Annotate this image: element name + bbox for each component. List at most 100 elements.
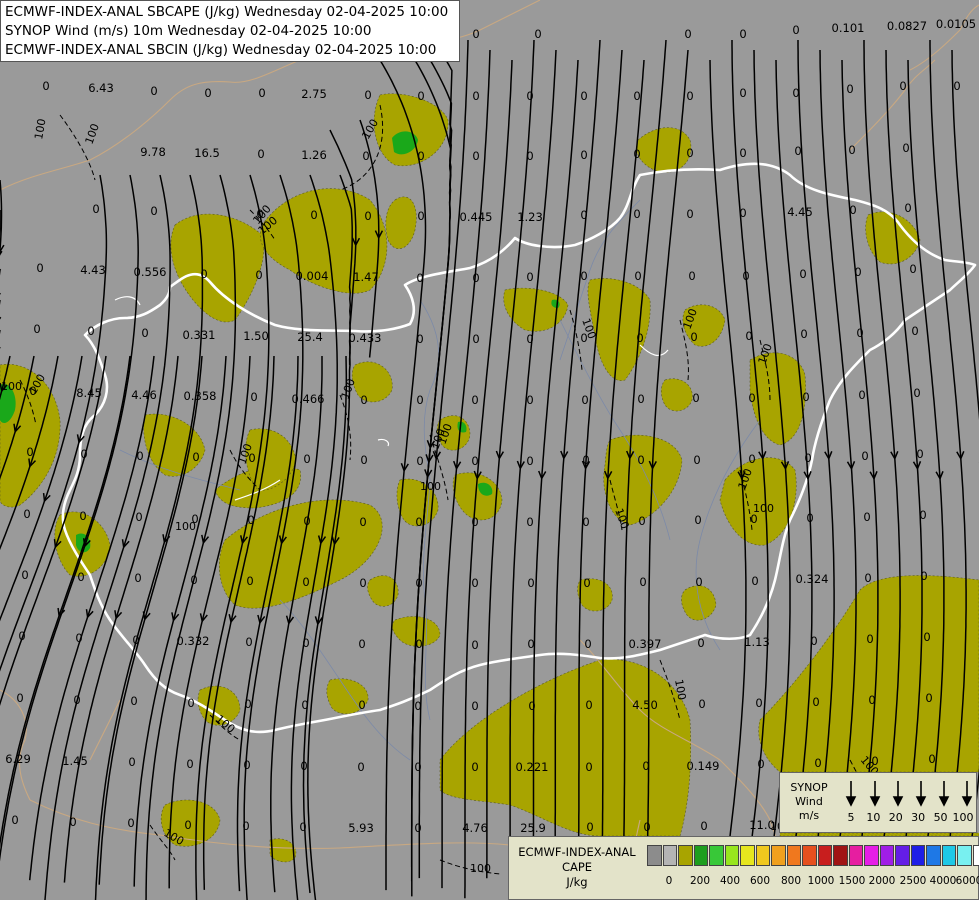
point-value: 0 <box>911 324 918 338</box>
point-value: 0 <box>919 508 926 522</box>
point-value: 0 <box>135 510 142 524</box>
contour-label: 100 <box>420 480 441 493</box>
cape-swatch <box>662 845 677 866</box>
point-value: 0 <box>584 637 591 651</box>
point-value: 0 <box>580 269 587 283</box>
synop-speed-4: 30 <box>911 811 926 824</box>
point-value: 0 <box>310 208 317 222</box>
point-value: 0 <box>692 391 699 405</box>
synop-speed-5: 50 <box>933 811 948 824</box>
point-value: 0 <box>527 637 534 651</box>
contour-label: 100 <box>175 520 196 533</box>
point-value: 1.47 <box>353 270 379 284</box>
point-value: 5.93 <box>348 821 374 835</box>
point-value: 0 <box>204 86 211 100</box>
point-value: 0 <box>246 574 253 588</box>
point-value: 0 <box>526 270 533 284</box>
synop-speed-2: 10 <box>866 811 881 824</box>
point-value: 0 <box>686 207 693 221</box>
point-value: 0 <box>414 699 421 713</box>
point-value: 0 <box>18 629 25 643</box>
point-value: 0 <box>899 79 906 93</box>
point-value: 0 <box>739 27 746 41</box>
point-value: 0 <box>846 82 853 96</box>
point-value: 0 <box>580 208 587 222</box>
point-value: 4.43 <box>80 263 106 277</box>
point-value: 0 <box>643 820 650 834</box>
cape-tick-labels: 0 200 400 600 800 100015002000250040006000 <box>647 875 979 889</box>
point-value: 0 <box>913 386 920 400</box>
point-value: 0.0105 <box>936 17 976 31</box>
synop-wind-arrows <box>845 781 973 807</box>
cape-swatch <box>724 845 739 866</box>
point-value: 0.331 <box>183 328 216 342</box>
point-value: 0 <box>33 322 40 336</box>
point-value: 0 <box>134 571 141 585</box>
cape-swatch <box>972 845 979 866</box>
point-value: 0 <box>528 699 535 713</box>
point-value: 0.324 <box>796 572 829 586</box>
point-value: 0 <box>916 447 923 461</box>
title-line-1: ECMWF-INDEX-ANAL SBCAPE (J/kg) Wednesday… <box>5 4 449 20</box>
point-value: 0 <box>953 79 960 93</box>
point-value: 0.466 <box>292 392 325 406</box>
point-value: 1.26 <box>301 148 327 162</box>
point-value: 0 <box>802 390 809 404</box>
cape-swatch <box>709 845 724 866</box>
point-value: 0 <box>303 452 310 466</box>
point-value: 0 <box>868 693 875 707</box>
cape-tick-label: 6000 <box>955 875 979 887</box>
cape-swatch <box>802 845 817 866</box>
point-value: 0 <box>471 515 478 529</box>
point-value: 6.43 <box>88 81 114 95</box>
point-value: 0 <box>69 815 76 829</box>
synop-speed-labels: 5 10 20 30 50 100 <box>840 811 974 824</box>
point-value: 0 <box>360 393 367 407</box>
point-value: 0 <box>739 86 746 100</box>
point-value: 0 <box>23 507 30 521</box>
point-value: 0 <box>415 515 422 529</box>
point-value: 0 <box>471 576 478 590</box>
point-value: 0 <box>526 149 533 163</box>
cape-swatch <box>879 845 894 866</box>
point-value: 0 <box>526 393 533 407</box>
point-value: 0 <box>585 698 592 712</box>
point-value: 0 <box>358 698 365 712</box>
point-value: 0 <box>902 141 909 155</box>
point-value: 0 <box>415 576 422 590</box>
point-value: 0 <box>583 576 590 590</box>
title-box: ECMWF-INDEX-ANAL SBCAPE (J/kg) Wednesday… <box>0 0 460 62</box>
point-value: 25.4 <box>297 330 323 344</box>
point-value: 0 <box>700 819 707 833</box>
cape-legend-label: ECMWF-INDEX-ANAL CAPE J/kg <box>513 845 641 890</box>
point-value: 0 <box>866 632 873 646</box>
contour-label: 100 <box>753 502 774 515</box>
point-value: 0 <box>694 513 701 527</box>
point-value: 0 <box>186 757 193 771</box>
point-value: 0 <box>861 449 868 463</box>
cape-swatch <box>941 845 956 866</box>
point-value: 1.50 <box>243 329 269 343</box>
point-value: 4.45 <box>787 205 813 219</box>
point-value: 0.101 <box>832 21 865 35</box>
point-value: 0.445 <box>460 210 493 224</box>
point-value: 0 <box>471 760 478 774</box>
point-value: 0 <box>582 515 589 529</box>
point-value: 0 <box>302 636 309 650</box>
weather-map: 0 0 0 0 0 0.101 0.0827 0.0105 0 6.43 0 0 0 2.75 0 0 0 0 0 0… <box>0 0 979 900</box>
point-value: 0 <box>792 86 799 100</box>
point-value: 0 <box>848 143 855 157</box>
point-value: 0 <box>416 454 423 468</box>
point-value: 0 <box>472 149 479 163</box>
point-value: 0 <box>636 331 643 345</box>
cape-label-line-1: ECMWF-INDEX-ANAL <box>518 845 636 859</box>
point-value: 4.76 <box>462 821 488 835</box>
point-value: 0.221 <box>516 760 549 774</box>
point-value: 0 <box>132 633 139 647</box>
point-value: 0 <box>150 204 157 218</box>
point-value: 0 <box>257 147 264 161</box>
synop-legend-label: SYNOP Wind m/s <box>784 781 834 823</box>
point-value: 0 <box>472 271 479 285</box>
point-value: 2.75 <box>301 87 327 101</box>
point-value: 0 <box>864 571 871 585</box>
